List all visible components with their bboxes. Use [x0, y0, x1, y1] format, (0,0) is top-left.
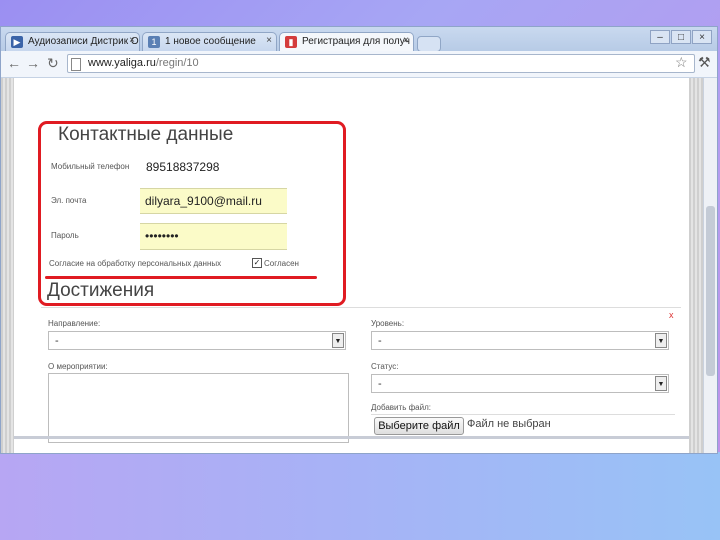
- tab-audio[interactable]: ▶ Аудиозаписи Дистрик О ×: [5, 32, 140, 51]
- browser-toolbar: ← → ↻ www.yaliga.ru/regin/10 ☆ ⚒: [1, 51, 717, 78]
- tab-close-icon[interactable]: ×: [403, 35, 409, 46]
- direction-label: Направление:: [48, 319, 101, 328]
- chevron-down-icon[interactable]: ▼: [655, 376, 667, 391]
- minimize-button[interactable]: –: [650, 30, 670, 44]
- highlight-underline: [45, 276, 317, 279]
- video-play-icon: ▶: [11, 36, 23, 48]
- slide-background: [0, 452, 720, 540]
- status-select[interactable]: - ▼: [371, 374, 669, 393]
- url-host: www.yaliga.ru: [88, 57, 156, 69]
- file-divider: [371, 414, 675, 415]
- chevron-down-icon[interactable]: ▼: [655, 333, 667, 348]
- close-achievement-icon[interactable]: x: [669, 310, 674, 320]
- wrench-menu-icon[interactable]: ⚒: [698, 54, 711, 71]
- maximize-button[interactable]: □: [671, 30, 691, 44]
- panel-divider: [41, 307, 681, 308]
- tab-messages[interactable]: 1 1 новое сообщение ×: [142, 32, 277, 51]
- direction-value: -: [55, 335, 59, 347]
- page-icon: [71, 58, 81, 71]
- close-window-button[interactable]: ×: [692, 30, 712, 44]
- url-path: /regin/10: [155, 57, 199, 69]
- choose-file-button[interactable]: Выберите файл: [374, 417, 464, 435]
- tab-label: 1 новое сообщение: [165, 36, 256, 47]
- tab-close-icon[interactable]: ×: [266, 35, 272, 46]
- status-value: -: [378, 378, 382, 390]
- event-label: О мероприятии:: [48, 362, 108, 371]
- new-tab-button[interactable]: [417, 36, 441, 52]
- direction-select[interactable]: - ▼: [48, 331, 346, 350]
- reload-icon[interactable]: ↻: [47, 55, 59, 72]
- horizontal-scrollbar[interactable]: [14, 436, 689, 439]
- level-value: -: [378, 335, 382, 347]
- back-arrow-icon[interactable]: ←: [7, 55, 21, 71]
- address-bar[interactable]: www.yaliga.ru/regin/10: [67, 54, 695, 73]
- tab-close-icon[interactable]: ×: [129, 35, 135, 46]
- event-textarea[interactable]: [48, 373, 349, 443]
- level-label: Уровень:: [371, 319, 405, 328]
- status-label: Статус:: [371, 362, 399, 371]
- tab-label: Регистрация для получ: [302, 36, 410, 47]
- forward-arrow-icon[interactable]: →: [26, 55, 40, 71]
- browser-window: ▶ Аудиозаписи Дистрик О × 1 1 новое сооб…: [0, 26, 718, 454]
- level-select[interactable]: - ▼: [371, 331, 669, 350]
- file-status: Файл не выбран: [467, 418, 551, 430]
- chevron-down-icon[interactable]: ▼: [332, 333, 344, 348]
- tab-registration[interactable]: ▮ Регистрация для получ ×: [279, 32, 414, 51]
- scrollbar-thumb[interactable]: [706, 206, 715, 376]
- add-file-label: Добавить файл:: [371, 403, 431, 412]
- tab-label: Аудиозаписи Дистрик О: [28, 36, 139, 47]
- mail-icon: 1: [148, 36, 160, 48]
- tab-strip: ▶ Аудиозаписи Дистрик О × 1 1 новое сооб…: [1, 27, 717, 52]
- right-pattern: [689, 78, 703, 453]
- page-icon: ▮: [285, 36, 297, 48]
- vertical-scrollbar[interactable]: [703, 78, 717, 453]
- left-pattern: [1, 78, 14, 453]
- bookmark-star-icon[interactable]: ☆: [675, 54, 688, 71]
- web-page: Контактные данные Мобильный телефон 8951…: [1, 78, 717, 453]
